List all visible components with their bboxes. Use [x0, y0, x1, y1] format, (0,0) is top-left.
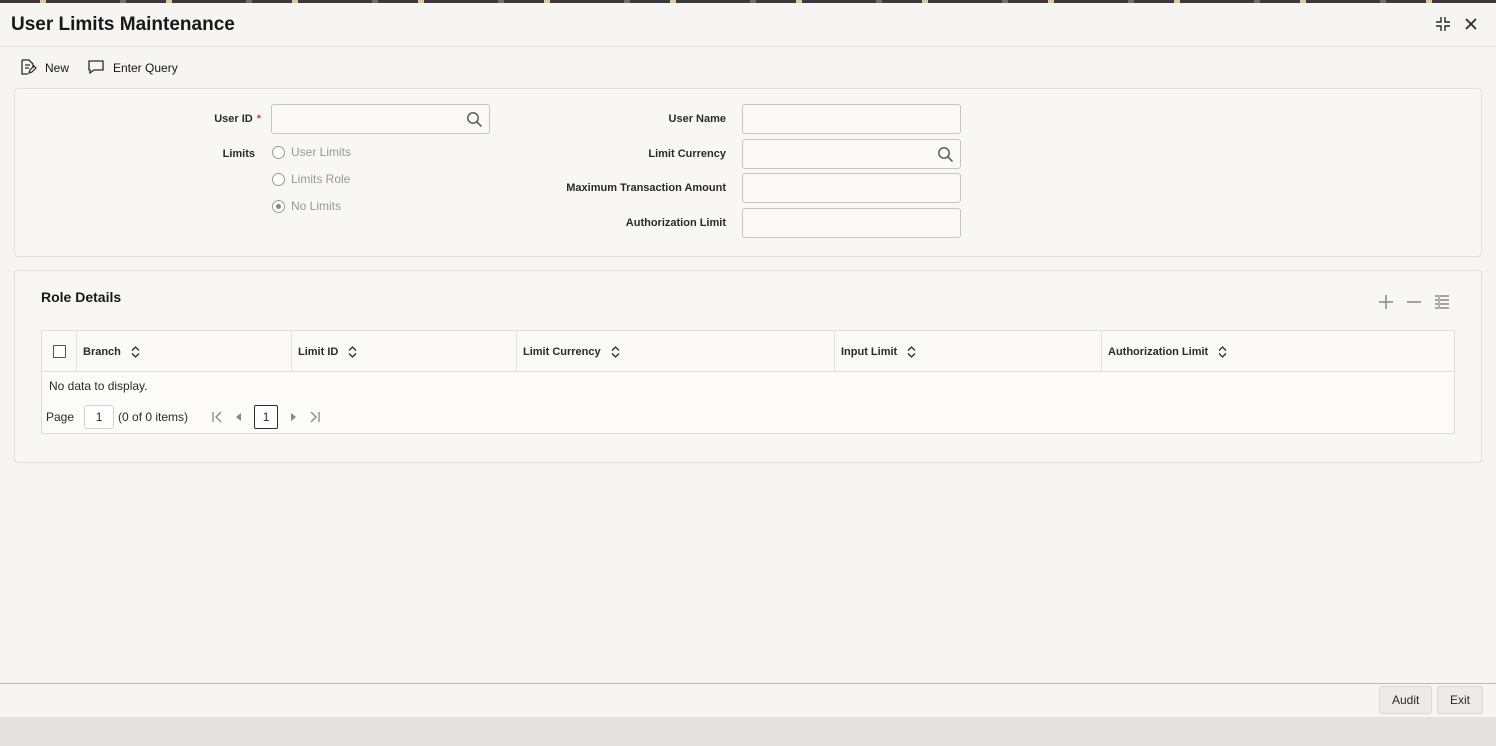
radio-label: User Limits	[291, 145, 352, 159]
sort-icon[interactable]	[611, 345, 620, 358]
radio-user-limits[interactable]: User Limits	[272, 145, 351, 159]
first-page-icon[interactable]	[206, 406, 228, 428]
close-icon[interactable]	[1460, 13, 1482, 35]
minus-icon[interactable]	[1405, 293, 1423, 311]
select-all-checkbox[interactable]	[53, 345, 66, 358]
limit-currency-label: Limit Currency	[648, 148, 726, 160]
plus-icon[interactable]	[1377, 293, 1395, 311]
column-header-label: Branch	[83, 345, 121, 358]
grid-toolbar	[1377, 293, 1451, 311]
bottom-status-bar	[0, 717, 1496, 746]
current-page-button[interactable]: 1	[254, 405, 279, 429]
collapse-icon[interactable]	[1432, 13, 1454, 35]
user-name-label: User Name	[668, 113, 726, 125]
radio-limits-role[interactable]: Limits Role	[272, 172, 350, 186]
empty-table-message: No data to display.	[49, 379, 148, 393]
page-label: Page	[46, 410, 75, 424]
radio-label: Limits Role	[291, 172, 351, 186]
title-bar: User Limits Maintenance	[0, 3, 1496, 47]
new-label: New	[45, 61, 70, 75]
page-title: User Limits Maintenance	[11, 14, 235, 35]
user-id-field[interactable]	[271, 104, 490, 134]
page-number-input[interactable]: 1	[84, 405, 115, 429]
comment-icon	[87, 58, 113, 79]
items-count: (0 of 0 items)	[118, 410, 189, 424]
limits-label: Limits	[222, 148, 255, 160]
search-icon[interactable]	[466, 111, 483, 133]
column-header-input-limit[interactable]: Input Limit	[835, 331, 1102, 372]
limit-currency-field[interactable]	[742, 139, 961, 169]
column-header-label: Authorization Limit	[1108, 345, 1209, 358]
form-panel: User ID * Limits User Limits Limits Role …	[14, 88, 1482, 257]
radio-circle	[272, 172, 285, 186]
pagination: Page 1 (0 of 0 items) 1	[46, 405, 326, 429]
radio-circle	[272, 145, 285, 159]
table-header: Branch Limit ID Limit Currency Input Lim…	[42, 331, 1454, 372]
column-header-limit-id[interactable]: Limit ID	[292, 331, 517, 372]
column-header-limit-currency[interactable]: Limit Currency	[517, 331, 835, 372]
user-id-label: User ID *	[195, 113, 261, 125]
section-title: Role Details	[41, 289, 122, 305]
column-header-label: Limit Currency	[523, 345, 601, 358]
user-name-field[interactable]	[742, 104, 961, 134]
new-button[interactable]: New	[19, 54, 69, 82]
role-details-panel: Role Details Branch Limit ID Limit Curre…	[14, 270, 1482, 463]
radio-no-limits[interactable]: No Limits	[272, 199, 341, 213]
column-header-branch[interactable]: Branch	[77, 331, 292, 372]
column-header-label: Limit ID	[298, 345, 339, 358]
exit-button[interactable]: Exit	[1437, 686, 1484, 714]
new-document-icon	[19, 58, 45, 79]
column-header-label: Input Limit	[841, 345, 898, 358]
max-transaction-amount-field[interactable]	[742, 173, 961, 203]
radio-circle-checked	[272, 199, 285, 213]
search-icon[interactable]	[937, 146, 954, 168]
user-id-label-text: User ID	[214, 113, 253, 125]
audit-button[interactable]: Audit	[1379, 686, 1433, 714]
sort-icon[interactable]	[1218, 345, 1227, 358]
role-details-table: Branch Limit ID Limit Currency Input Lim…	[41, 330, 1455, 434]
radio-label: No Limits	[291, 199, 342, 213]
select-all-cell	[42, 331, 77, 372]
previous-page-icon[interactable]	[228, 406, 250, 428]
next-page-icon[interactable]	[282, 406, 304, 428]
enter-query-button[interactable]: Enter Query	[87, 54, 178, 82]
toolbar: New Enter Query	[0, 54, 600, 82]
max-transaction-amount-label: Maximum Transaction Amount	[566, 182, 726, 194]
required-marker: *	[256, 113, 261, 125]
column-header-authorization-limit[interactable]: Authorization Limit	[1102, 331, 1454, 372]
sort-icon[interactable]	[131, 345, 140, 358]
sort-icon[interactable]	[907, 345, 916, 358]
last-page-icon[interactable]	[304, 406, 326, 428]
authorization-limit-field[interactable]	[742, 208, 961, 238]
enter-query-label: Enter Query	[113, 61, 178, 75]
authorization-limit-label: Authorization Limit	[625, 217, 726, 229]
list-detail-icon[interactable]	[1433, 293, 1451, 311]
footer-divider	[0, 683, 1496, 684]
sort-icon[interactable]	[348, 345, 357, 358]
